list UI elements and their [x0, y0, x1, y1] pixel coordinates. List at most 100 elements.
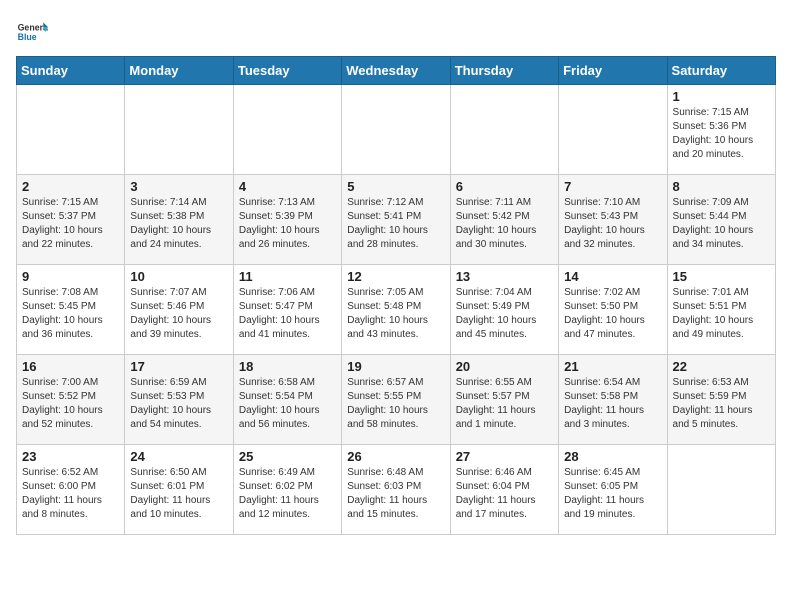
- calendar-cell: [125, 85, 233, 175]
- calendar-cell: 7Sunrise: 7:10 AM Sunset: 5:43 PM Daylig…: [559, 175, 667, 265]
- svg-text:Blue: Blue: [18, 32, 37, 42]
- calendar-week-3: 9 Sunrise: 7:08 AM Sunset: 5:45 PM Daylig…: [17, 265, 776, 355]
- day-number: 11: [239, 269, 336, 284]
- day-number: 10: [130, 269, 227, 284]
- calendar-cell: 28 Sunrise: 6:45 AM Sunset: 6:05 PM Dayli…: [559, 445, 667, 535]
- day-info: Sunrise: 6:58 AM Sunset: 5:54 PM Dayligh…: [239, 376, 336, 432]
- day-info: Sunrise: 7:01 AM Sunset: 5:51 PM Dayligh…: [673, 286, 770, 342]
- weekday-header-saturday: Saturday: [667, 57, 775, 85]
- weekday-header-monday: Monday: [125, 57, 233, 85]
- calendar-cell: 12Sunrise: 7:05 AM Sunset: 5:48 PM Dayli…: [342, 265, 450, 355]
- day-info: Sunrise: 7:00 AM Sunset: 5:52 PM Dayligh…: [22, 376, 119, 432]
- calendar-cell: 14 Sunrise: 7:02 AM Sunset: 5:50 PM Dayli…: [559, 265, 667, 355]
- day-number: 3: [130, 179, 227, 194]
- day-number: 5: [347, 179, 444, 194]
- weekday-header-row: SundayMondayTuesdayWednesdayThursdayFrid…: [17, 57, 776, 85]
- calendar-cell: 25Sunrise: 6:49 AM Sunset: 6:02 PM Dayli…: [233, 445, 341, 535]
- day-info: Sunrise: 6:57 AM Sunset: 5:55 PM Dayligh…: [347, 376, 444, 432]
- day-number: 14: [564, 269, 661, 284]
- day-info: Sunrise: 6:50 AM Sunset: 6:01 PM Dayligh…: [130, 466, 227, 522]
- weekday-header-thursday: Thursday: [450, 57, 558, 85]
- calendar-week-5: 23 Sunrise: 6:52 AM Sunset: 6:00 PM Dayli…: [17, 445, 776, 535]
- calendar-table: SundayMondayTuesdayWednesdayThursdayFrid…: [16, 56, 776, 535]
- calendar-week-4: 16Sunrise: 7:00 AM Sunset: 5:52 PM Dayli…: [17, 355, 776, 445]
- day-info: Sunrise: 7:07 AM Sunset: 5:46 PM Dayligh…: [130, 286, 227, 342]
- day-number: 19: [347, 359, 444, 374]
- calendar-cell: [17, 85, 125, 175]
- calendar-cell: 8 Sunrise: 7:09 AM Sunset: 5:44 PM Daylig…: [667, 175, 775, 265]
- day-info: Sunrise: 7:15 AM Sunset: 5:37 PM Dayligh…: [22, 196, 119, 252]
- day-info: Sunrise: 7:12 AM Sunset: 5:41 PM Dayligh…: [347, 196, 444, 252]
- day-info: Sunrise: 6:48 AM Sunset: 6:03 PM Dayligh…: [347, 466, 444, 522]
- day-number: 4: [239, 179, 336, 194]
- calendar-cell: 21 Sunrise: 6:54 AM Sunset: 5:58 PM Dayli…: [559, 355, 667, 445]
- day-info: Sunrise: 6:55 AM Sunset: 5:57 PM Dayligh…: [456, 376, 553, 432]
- weekday-header-tuesday: Tuesday: [233, 57, 341, 85]
- calendar-cell: 15 Sunrise: 7:01 AM Sunset: 5:51 PM Dayli…: [667, 265, 775, 355]
- day-number: 27: [456, 449, 553, 464]
- calendar-cell: 2 Sunrise: 7:15 AM Sunset: 5:37 PM Daylig…: [17, 175, 125, 265]
- calendar-week-2: 2 Sunrise: 7:15 AM Sunset: 5:37 PM Daylig…: [17, 175, 776, 265]
- calendar-cell: 26 Sunrise: 6:48 AM Sunset: 6:03 PM Dayli…: [342, 445, 450, 535]
- calendar-cell: 3Sunrise: 7:14 AM Sunset: 5:38 PM Daylig…: [125, 175, 233, 265]
- day-info: Sunrise: 7:08 AM Sunset: 5:45 PM Dayligh…: [22, 286, 119, 342]
- calendar-cell: 19 Sunrise: 6:57 AM Sunset: 5:55 PM Dayli…: [342, 355, 450, 445]
- calendar-cell: 24 Sunrise: 6:50 AM Sunset: 6:01 PM Dayli…: [125, 445, 233, 535]
- day-info: Sunrise: 7:13 AM Sunset: 5:39 PM Dayligh…: [239, 196, 336, 252]
- day-info: Sunrise: 7:06 AM Sunset: 5:47 PM Dayligh…: [239, 286, 336, 342]
- day-number: 8: [673, 179, 770, 194]
- day-info: Sunrise: 6:49 AM Sunset: 6:02 PM Dayligh…: [239, 466, 336, 522]
- day-info: Sunrise: 6:59 AM Sunset: 5:53 PM Dayligh…: [130, 376, 227, 432]
- day-number: 2: [22, 179, 119, 194]
- page-header: General Blue: [16, 16, 776, 48]
- day-info: Sunrise: 7:11 AM Sunset: 5:42 PM Dayligh…: [456, 196, 553, 252]
- calendar-week-1: 1Sunrise: 7:15 AM Sunset: 5:36 PM Daylig…: [17, 85, 776, 175]
- weekday-header-friday: Friday: [559, 57, 667, 85]
- weekday-header-wednesday: Wednesday: [342, 57, 450, 85]
- calendar-cell: 11 Sunrise: 7:06 AM Sunset: 5:47 PM Dayli…: [233, 265, 341, 355]
- day-info: Sunrise: 7:15 AM Sunset: 5:36 PM Dayligh…: [673, 106, 770, 162]
- calendar-cell: 6 Sunrise: 7:11 AM Sunset: 5:42 PM Daylig…: [450, 175, 558, 265]
- calendar-cell: 1Sunrise: 7:15 AM Sunset: 5:36 PM Daylig…: [667, 85, 775, 175]
- day-number: 7: [564, 179, 661, 194]
- calendar-cell: 22 Sunrise: 6:53 AM Sunset: 5:59 PM Dayli…: [667, 355, 775, 445]
- day-info: Sunrise: 6:45 AM Sunset: 6:05 PM Dayligh…: [564, 466, 661, 522]
- calendar-cell: 17 Sunrise: 6:59 AM Sunset: 5:53 PM Dayli…: [125, 355, 233, 445]
- day-number: 22: [673, 359, 770, 374]
- day-number: 24: [130, 449, 227, 464]
- logo: General Blue: [16, 16, 48, 48]
- logo-icon: General Blue: [16, 16, 48, 48]
- calendar-cell: [342, 85, 450, 175]
- calendar-cell: 5 Sunrise: 7:12 AM Sunset: 5:41 PM Daylig…: [342, 175, 450, 265]
- day-number: 21: [564, 359, 661, 374]
- day-number: 26: [347, 449, 444, 464]
- day-number: 13: [456, 269, 553, 284]
- day-info: Sunrise: 7:04 AM Sunset: 5:49 PM Dayligh…: [456, 286, 553, 342]
- calendar-cell: [559, 85, 667, 175]
- weekday-header-sunday: Sunday: [17, 57, 125, 85]
- day-number: 18: [239, 359, 336, 374]
- day-number: 9: [22, 269, 119, 284]
- day-info: Sunrise: 7:09 AM Sunset: 5:44 PM Dayligh…: [673, 196, 770, 252]
- calendar-cell: 18 Sunrise: 6:58 AM Sunset: 5:54 PM Dayli…: [233, 355, 341, 445]
- calendar-cell: 23 Sunrise: 6:52 AM Sunset: 6:00 PM Dayli…: [17, 445, 125, 535]
- day-info: Sunrise: 6:46 AM Sunset: 6:04 PM Dayligh…: [456, 466, 553, 522]
- day-info: Sunrise: 6:52 AM Sunset: 6:00 PM Dayligh…: [22, 466, 119, 522]
- day-number: 17: [130, 359, 227, 374]
- calendar-cell: [667, 445, 775, 535]
- calendar-cell: [233, 85, 341, 175]
- day-number: 23: [22, 449, 119, 464]
- calendar-cell: 27 Sunrise: 6:46 AM Sunset: 6:04 PM Dayli…: [450, 445, 558, 535]
- day-info: Sunrise: 6:54 AM Sunset: 5:58 PM Dayligh…: [564, 376, 661, 432]
- day-info: Sunrise: 6:53 AM Sunset: 5:59 PM Dayligh…: [673, 376, 770, 432]
- day-number: 15: [673, 269, 770, 284]
- calendar-cell: 10 Sunrise: 7:07 AM Sunset: 5:46 PM Dayli…: [125, 265, 233, 355]
- calendar-cell: 16Sunrise: 7:00 AM Sunset: 5:52 PM Dayli…: [17, 355, 125, 445]
- day-number: 20: [456, 359, 553, 374]
- day-number: 28: [564, 449, 661, 464]
- calendar-cell: 9 Sunrise: 7:08 AM Sunset: 5:45 PM Daylig…: [17, 265, 125, 355]
- calendar-cell: [450, 85, 558, 175]
- day-number: 12: [347, 269, 444, 284]
- day-info: Sunrise: 7:02 AM Sunset: 5:50 PM Dayligh…: [564, 286, 661, 342]
- day-number: 6: [456, 179, 553, 194]
